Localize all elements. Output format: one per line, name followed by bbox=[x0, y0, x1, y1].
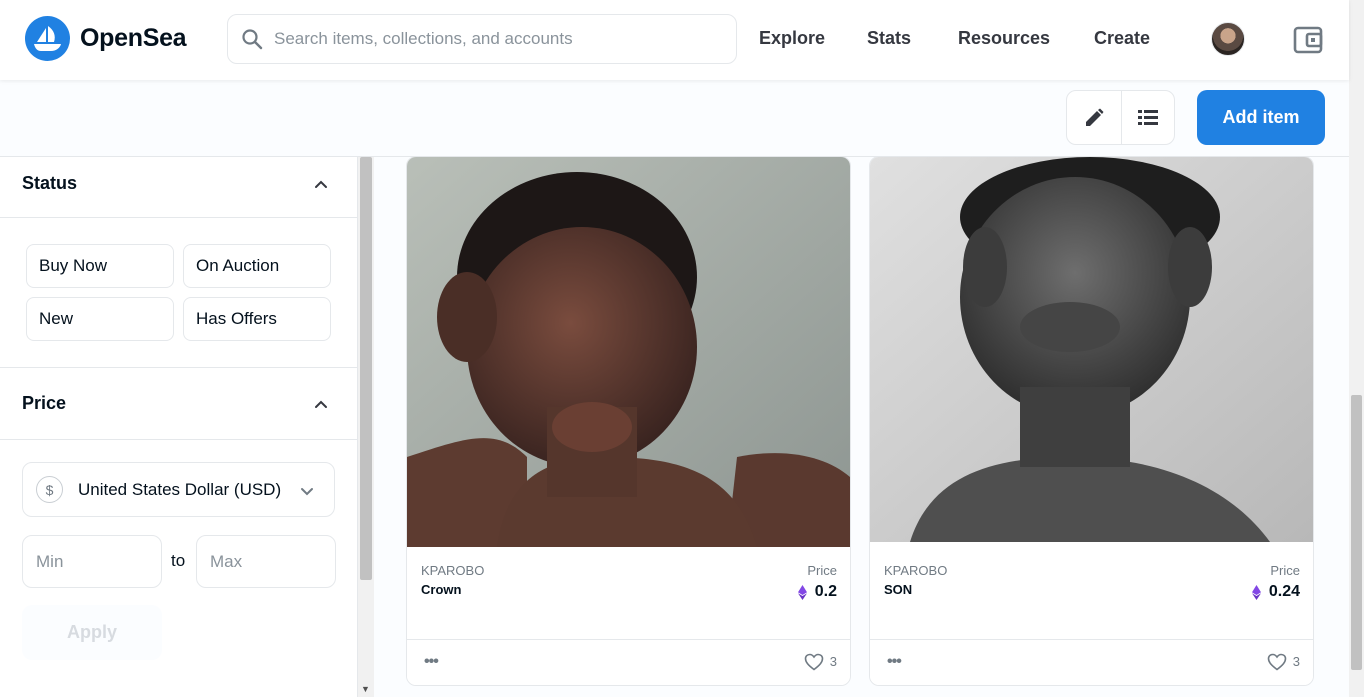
view-toggle-group bbox=[1066, 90, 1175, 145]
asset-card-info: KPAROBO SON Price 0.24 bbox=[870, 555, 1313, 645]
asset-card-info: KPAROBO Crown Price 0.2 bbox=[407, 555, 850, 645]
price-min-input[interactable]: Min bbox=[22, 535, 162, 588]
status-section-header[interactable]: Status bbox=[0, 157, 357, 218]
price-title: Price bbox=[22, 393, 67, 413]
page-scrollbar-thumb[interactable] bbox=[1351, 395, 1362, 670]
assets-grid: KPAROBO Crown Price 0.2 ••• 3 KPAROBO SO… bbox=[374, 157, 1349, 697]
search-bar[interactable] bbox=[227, 14, 737, 64]
apply-button[interactable]: Apply bbox=[22, 605, 162, 660]
asset-image-crown[interactable] bbox=[407, 157, 850, 547]
asset-card[interactable]: KPAROBO Crown Price 0.2 ••• 3 bbox=[406, 157, 851, 686]
opensea-logo[interactable]: OpenSea bbox=[25, 16, 187, 61]
nav-explore[interactable]: Explore bbox=[759, 28, 825, 49]
status-title: Status bbox=[22, 173, 78, 193]
sidebar-scrollbar-thumb[interactable] bbox=[360, 157, 372, 580]
nav-stats[interactable]: Stats bbox=[867, 28, 911, 49]
assets-toolbar: Add item bbox=[0, 80, 1349, 157]
profile-avatar[interactable] bbox=[1211, 22, 1245, 56]
more-options-icon[interactable]: ••• bbox=[424, 653, 439, 671]
more-options-icon[interactable]: ••• bbox=[887, 653, 902, 671]
like-count: 3 bbox=[1292, 654, 1300, 669]
eth-icon bbox=[1251, 584, 1261, 600]
collection-name[interactable]: KPAROBO bbox=[884, 563, 947, 578]
range-to-label: to bbox=[171, 551, 186, 570]
chevron-down-icon bbox=[301, 488, 313, 496]
add-item-button[interactable]: Add item bbox=[1197, 90, 1325, 145]
like-count: 3 bbox=[829, 654, 837, 669]
top-navbar: OpenSea Explore Stats Resources Create bbox=[0, 0, 1349, 80]
search-icon bbox=[242, 29, 263, 50]
price-label: Price bbox=[807, 563, 837, 578]
price-max-input[interactable]: Max bbox=[196, 535, 336, 588]
price-value: 0.24 bbox=[1268, 583, 1300, 600]
list-icon bbox=[1137, 109, 1158, 125]
price-filters: $ United States Dollar (USD) Min to Max … bbox=[0, 440, 357, 697]
opensea-ship-icon bbox=[25, 16, 70, 61]
list-view-button[interactable] bbox=[1120, 91, 1175, 144]
asset-price: 0.24 bbox=[1251, 583, 1300, 601]
logo-text: OpenSea bbox=[80, 24, 187, 52]
heart-icon[interactable] bbox=[804, 653, 824, 671]
chevron-up-icon bbox=[315, 180, 327, 188]
currency-value: United States Dollar (USD) bbox=[78, 479, 282, 499]
status-new-button[interactable]: New bbox=[26, 297, 174, 341]
nav-create[interactable]: Create bbox=[1094, 28, 1150, 49]
price-value: 0.2 bbox=[814, 583, 837, 600]
dollar-icon: $ bbox=[36, 476, 63, 503]
asset-card-footer: ••• 3 bbox=[870, 639, 1313, 685]
currency-select[interactable]: $ United States Dollar (USD) bbox=[22, 462, 335, 517]
heart-icon[interactable] bbox=[1267, 653, 1287, 671]
collection-name[interactable]: KPAROBO bbox=[421, 563, 484, 578]
scroll-down-arrow-icon[interactable]: ▼ bbox=[361, 684, 370, 694]
asset-name[interactable]: Crown bbox=[421, 582, 461, 597]
pencil-icon bbox=[1085, 108, 1104, 126]
price-section-header[interactable]: Price bbox=[0, 368, 357, 440]
eth-icon bbox=[797, 584, 807, 600]
asset-card[interactable]: KPAROBO SON Price 0.24 ••• 3 bbox=[869, 157, 1314, 686]
edit-view-button[interactable] bbox=[1067, 91, 1121, 144]
filter-sidebar: Status Buy Now On Auction New Has Offers… bbox=[0, 157, 358, 697]
asset-image-son[interactable] bbox=[870, 157, 1313, 542]
status-filters: Buy Now On Auction New Has Offers bbox=[0, 218, 357, 368]
nav-resources[interactable]: Resources bbox=[958, 28, 1050, 49]
price-label: Price bbox=[1270, 563, 1300, 578]
chevron-up-icon bbox=[315, 400, 327, 408]
status-on-auction-button[interactable]: On Auction bbox=[183, 244, 331, 288]
wallet-icon[interactable] bbox=[1292, 24, 1324, 56]
asset-price: 0.2 bbox=[797, 583, 837, 601]
asset-name[interactable]: SON bbox=[884, 582, 912, 597]
status-has-offers-button[interactable]: Has Offers bbox=[183, 297, 331, 341]
status-buy-now-button[interactable]: Buy Now bbox=[26, 244, 174, 288]
search-input[interactable] bbox=[274, 29, 714, 49]
asset-card-footer: ••• 3 bbox=[407, 639, 850, 685]
